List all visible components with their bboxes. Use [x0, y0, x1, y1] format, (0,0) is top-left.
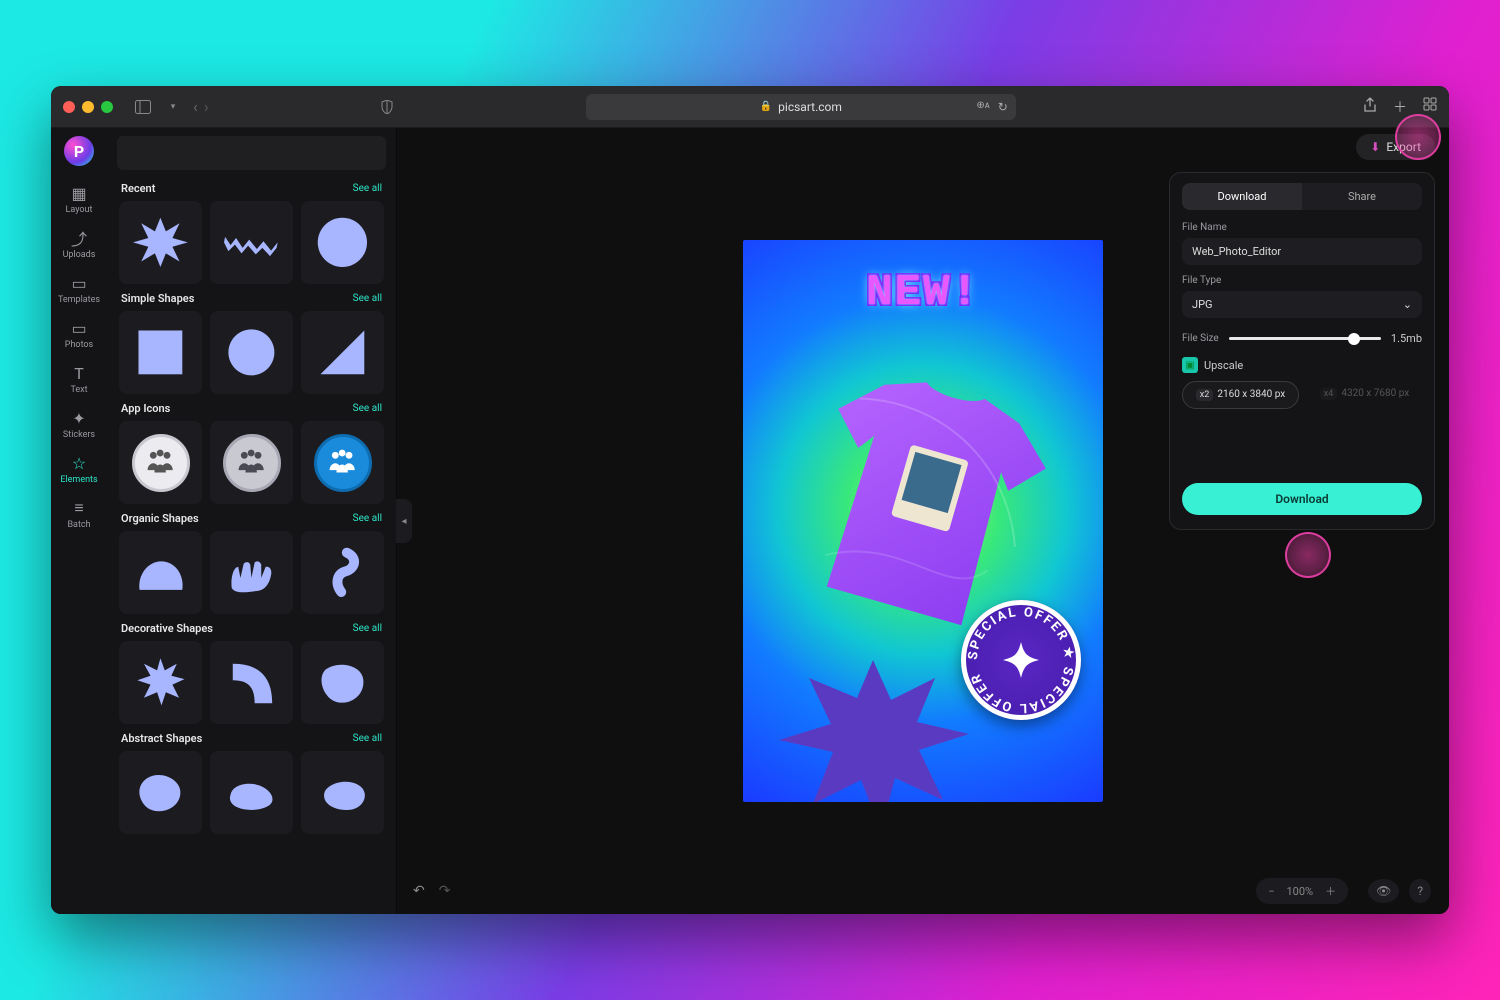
section-title-organic: Organic Shapes	[121, 512, 199, 525]
export-tabs: Download Share	[1182, 183, 1422, 210]
see-all-link[interactable]: See all	[353, 623, 382, 634]
bottom-bar: ↶ ↷ − 100% ＋ 👁 ?	[403, 874, 1441, 908]
file-name-label: File Name	[1182, 222, 1422, 233]
url-host: picsart.com	[778, 100, 842, 114]
chevron-down-icon: ⌄	[1403, 298, 1412, 311]
tabs-grid-icon[interactable]	[1423, 97, 1437, 117]
shape-decor-blob[interactable]	[301, 641, 384, 724]
uploads-icon: ⤴	[71, 229, 87, 247]
artboard-starburst[interactable]	[773, 652, 973, 802]
rail-uploads[interactable]: ⤴Uploads	[55, 223, 103, 268]
panel-collapse-handle[interactable]: ◂	[396, 499, 412, 543]
lock-icon: 🔒	[760, 101, 772, 112]
rail-templates[interactable]: ▭Templates	[55, 268, 103, 313]
rail-elements[interactable]: ☆Elements	[55, 448, 103, 493]
shield-icon[interactable]	[377, 100, 397, 114]
shape-abstract[interactable]	[210, 751, 293, 834]
rail-photos[interactable]: ▭Photos	[55, 313, 103, 358]
file-type-select[interactable]: JPG ⌄	[1182, 291, 1422, 318]
shape-organic-blob[interactable]	[119, 531, 202, 614]
zoom-value: 100%	[1286, 885, 1313, 898]
translate-icon[interactable]: ⊕ᴀ	[976, 100, 989, 114]
shape-triangle[interactable]	[301, 311, 384, 394]
export-button[interactable]: ⬇ Export	[1356, 134, 1435, 160]
section-title-recent: Recent	[121, 182, 155, 195]
section-title-appicons: App Icons	[121, 402, 170, 415]
new-tab-icon[interactable]: ＋	[1393, 97, 1407, 117]
stickers-icon: ✦	[72, 409, 85, 427]
resolution-option-x2[interactable]: x22160 x 3840 px	[1182, 381, 1299, 409]
resolution-option-x4[interactable]: x44320 x 7680 px	[1307, 381, 1422, 409]
help-icon[interactable]: ?	[1409, 879, 1431, 903]
app-icon[interactable]	[210, 421, 293, 504]
app-icon[interactable]	[119, 421, 202, 504]
elements-icon: ☆	[72, 454, 86, 472]
file-size-label: File Size	[1182, 333, 1219, 344]
shape-starburst[interactable]	[119, 201, 202, 284]
rail-layout[interactable]: ▦Layout	[55, 178, 103, 223]
special-offer-badge[interactable]: SPECIAL OFFER ★ SPECIAL OFFER ★	[961, 600, 1081, 720]
elements-panel: Recent See all Simple Shapes	[107, 128, 397, 914]
export-panel: Download Share File Name File Type JPG ⌄…	[1169, 172, 1435, 530]
file-name-input[interactable]	[1182, 238, 1422, 265]
section-title-decor: Decorative Shapes	[121, 622, 213, 635]
shape-square[interactable]	[119, 311, 202, 394]
app-icon[interactable]	[301, 421, 384, 504]
app-body: P ▦Layout⤴Uploads▭Templates▭PhotosTText✦…	[51, 128, 1449, 914]
photos-icon: ▭	[71, 319, 86, 337]
artboard[interactable]: NEW!	[743, 240, 1103, 802]
upscale-icon: ▣	[1182, 357, 1198, 373]
zoom-out-icon[interactable]: −	[1268, 885, 1274, 898]
rail-text[interactable]: TText	[55, 358, 103, 403]
layout-icon: ▦	[71, 184, 86, 202]
chevron-down-icon[interactable]: ▾	[163, 102, 183, 112]
export-icon: ⬇	[1370, 140, 1380, 154]
tool-rail: P ▦Layout⤴Uploads▭Templates▭PhotosTText✦…	[51, 128, 107, 914]
nav-fwd-icon[interactable]: ›	[204, 97, 209, 116]
see-all-link[interactable]: See all	[353, 293, 382, 304]
browser-window: ▾ ‹ › 🔒 picsart.com ⊕ᴀ ↻ ＋	[51, 86, 1449, 914]
shape-circle[interactable]	[210, 311, 293, 394]
address-bar[interactable]: 🔒 picsart.com ⊕ᴀ ↻	[586, 94, 1016, 120]
tab-share[interactable]: Share	[1302, 183, 1422, 210]
shape-decor-star[interactable]	[119, 641, 202, 724]
upscale-label: Upscale	[1204, 359, 1243, 372]
file-size-slider[interactable]	[1229, 337, 1381, 340]
sidebar-toggle-icon[interactable]	[133, 100, 153, 114]
see-all-link[interactable]: See all	[353, 403, 382, 414]
shape-organic-hand[interactable]	[210, 531, 293, 614]
zoom-in-icon[interactable]: ＋	[1325, 883, 1336, 899]
download-button[interactable]: Download	[1182, 483, 1422, 515]
section-title-simple: Simple Shapes	[121, 292, 194, 305]
panel-search-input[interactable]	[117, 136, 386, 170]
shape-circle[interactable]	[301, 201, 384, 284]
app-logo[interactable]: P	[64, 136, 94, 166]
artboard-title-text[interactable]: NEW!	[743, 268, 1103, 318]
share-icon[interactable]	[1363, 97, 1377, 117]
see-all-link[interactable]: See all	[353, 513, 382, 524]
traffic-lights[interactable]	[63, 101, 113, 113]
rail-stickers[interactable]: ✦Stickers	[55, 403, 103, 448]
shape-zigzag[interactable]	[210, 201, 293, 284]
shape-abstract[interactable]	[301, 751, 384, 834]
rail-batch[interactable]: ≡Batch	[55, 493, 103, 538]
shape-organic-squiggle[interactable]	[301, 531, 384, 614]
text-icon: T	[74, 364, 84, 382]
shape-decor-quarter[interactable]	[210, 641, 293, 724]
file-type-label: File Type	[1182, 275, 1422, 286]
section-title-abstract: Abstract Shapes	[121, 732, 202, 745]
browser-chrome: ▾ ‹ › 🔒 picsart.com ⊕ᴀ ↻ ＋	[51, 86, 1449, 128]
undo-icon[interactable]: ↶	[413, 883, 425, 899]
file-size-value: 1.5mb	[1391, 332, 1422, 345]
nav-back-icon[interactable]: ‹	[193, 97, 198, 116]
see-all-link[interactable]: See all	[353, 733, 382, 744]
preview-icon[interactable]: 👁	[1368, 879, 1399, 903]
reload-icon[interactable]: ↻	[998, 100, 1008, 114]
templates-icon: ▭	[71, 274, 86, 292]
batch-icon: ≡	[74, 499, 83, 517]
tab-download[interactable]: Download	[1182, 183, 1302, 210]
redo-icon[interactable]: ↷	[439, 883, 451, 899]
shape-abstract[interactable]	[119, 751, 202, 834]
see-all-link[interactable]: See all	[353, 183, 382, 194]
